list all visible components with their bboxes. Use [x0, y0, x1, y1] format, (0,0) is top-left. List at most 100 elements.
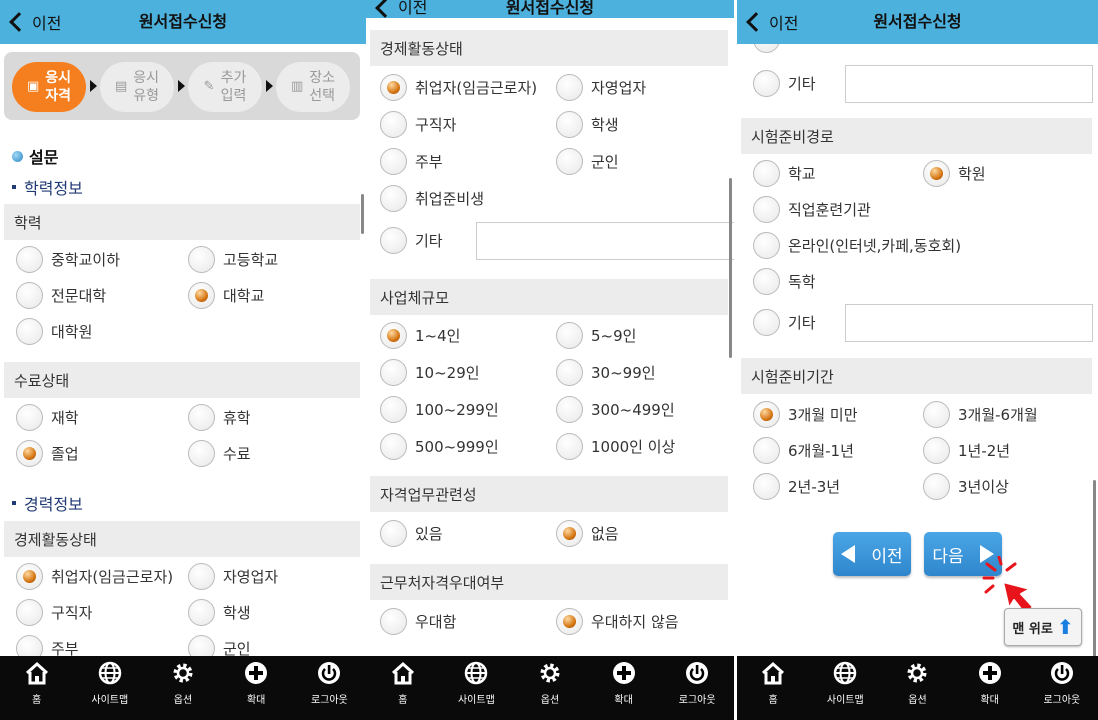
- radio-option[interactable]: 취업준비생: [380, 185, 484, 212]
- radio-button[interactable]: [380, 185, 407, 212]
- nav-item-gear[interactable]: 옵션: [525, 660, 575, 706]
- radio-option[interactable]: 취업자(임금근로자): [380, 74, 537, 101]
- radio-button[interactable]: [556, 322, 583, 349]
- radio-option[interactable]: 500~999인: [380, 433, 499, 460]
- nav-item-plus[interactable]: 확대: [231, 660, 281, 706]
- scroll-top-button[interactable]: 맨 위로 ⬆: [1004, 608, 1082, 646]
- other-text-input[interactable]: [845, 304, 1093, 342]
- nav-item-globe[interactable]: 사이트맵: [85, 660, 135, 706]
- radio-option[interactable]: 직업훈련기관: [753, 196, 871, 223]
- radio-option[interactable]: 3년이상: [923, 473, 1009, 500]
- other-text-input[interactable]: [476, 222, 734, 260]
- back-button[interactable]: 이전: [374, 0, 427, 18]
- radio-button[interactable]: [16, 404, 43, 431]
- radio-option[interactable]: 300~499인: [556, 396, 675, 423]
- radio-option[interactable]: 우대하지 않음: [556, 608, 679, 635]
- other-text-input[interactable]: [845, 65, 1093, 103]
- radio-button[interactable]: [380, 148, 407, 175]
- radio-option[interactable]: 3개월 미만: [753, 401, 858, 428]
- radio-button[interactable]: [380, 227, 407, 254]
- radio-button[interactable]: [753, 401, 780, 428]
- radio-button[interactable]: [380, 608, 407, 635]
- nav-item-plus[interactable]: 확대: [599, 660, 649, 706]
- radio-option[interactable]: 군인: [556, 148, 619, 175]
- radio-option[interactable]: 취업자(임금근로자): [16, 563, 173, 590]
- radio-button[interactable]: [380, 433, 407, 460]
- radio-option[interactable]: 자영업자: [556, 74, 646, 101]
- radio-option[interactable]: 군인: [188, 635, 251, 658]
- radio-option[interactable]: 재학: [16, 404, 79, 431]
- radio-option[interactable]: 2년-3년: [753, 473, 840, 500]
- radio-option[interactable]: 학생: [556, 111, 619, 138]
- radio-button[interactable]: [753, 44, 780, 53]
- radio-option[interactable]: 독학: [753, 268, 816, 295]
- nav-item-gear[interactable]: 옵션: [158, 660, 208, 706]
- radio-option[interactable]: 있음: [380, 520, 443, 547]
- radio-option[interactable]: 기타: [753, 70, 816, 97]
- radio-button[interactable]: [16, 563, 43, 590]
- radio-button[interactable]: [188, 635, 215, 658]
- radio-option[interactable]: 전문대학: [16, 282, 106, 309]
- nav-item-power[interactable]: 로그아웃: [304, 660, 354, 706]
- radio-button[interactable]: [753, 437, 780, 464]
- radio-button[interactable]: [16, 318, 43, 345]
- nav-item-gear[interactable]: 옵션: [892, 660, 942, 706]
- radio-button[interactable]: [16, 440, 43, 467]
- radio-option[interactable]: 3개월-6개월: [923, 401, 1038, 428]
- radio-option[interactable]: 주부: [16, 635, 79, 658]
- radio-option[interactable]: 기타: [753, 309, 816, 336]
- radio-button[interactable]: [380, 359, 407, 386]
- radio-button[interactable]: [556, 608, 583, 635]
- radio-option[interactable]: 기타: [380, 227, 443, 254]
- nav-item-home[interactable]: 홈: [378, 660, 428, 706]
- nav-item-power[interactable]: 로그아웃: [672, 660, 722, 706]
- radio-option[interactable]: 주부: [380, 148, 443, 175]
- scrollbar[interactable]: [729, 178, 732, 358]
- radio-button[interactable]: [556, 74, 583, 101]
- nav-item-plus[interactable]: 확대: [965, 660, 1015, 706]
- radio-button[interactable]: [16, 282, 43, 309]
- radio-option[interactable]: 중학교이하: [16, 246, 120, 273]
- scrollbar[interactable]: [361, 194, 364, 234]
- radio-button[interactable]: [380, 322, 407, 349]
- radio-button[interactable]: [188, 404, 215, 431]
- radio-button[interactable]: [556, 520, 583, 547]
- radio-button[interactable]: [753, 160, 780, 187]
- radio-button[interactable]: [380, 520, 407, 547]
- radio-option[interactable]: 우대함: [380, 608, 456, 635]
- radio-option[interactable]: 6개월-1년: [753, 437, 854, 464]
- radio-option[interactable]: 100~299인: [380, 396, 499, 423]
- radio-option[interactable]: 대학원: [16, 318, 92, 345]
- radio-button[interactable]: [556, 359, 583, 386]
- radio-button[interactable]: [188, 246, 215, 273]
- radio-option[interactable]: 학교: [753, 160, 816, 187]
- nav-item-globe[interactable]: 사이트맵: [820, 660, 870, 706]
- radio-button[interactable]: [753, 196, 780, 223]
- radio-button[interactable]: [556, 111, 583, 138]
- radio-button[interactable]: [556, 396, 583, 423]
- radio-button[interactable]: [923, 160, 950, 187]
- radio-option[interactable]: 고등학교: [188, 246, 278, 273]
- radio-option[interactable]: 30~99인: [556, 359, 656, 386]
- radio-button[interactable]: [753, 70, 780, 97]
- radio-button[interactable]: [380, 74, 407, 101]
- radio-option[interactable]: 자영업자: [188, 563, 278, 590]
- nav-item-power[interactable]: 로그아웃: [1037, 660, 1087, 706]
- radio-button[interactable]: [188, 440, 215, 467]
- radio-option[interactable]: 1000인 이상: [556, 433, 675, 460]
- radio-option[interactable]: 온라인(인터넷,카페,동호회): [753, 232, 961, 259]
- radio-button[interactable]: [556, 433, 583, 460]
- nav-item-home[interactable]: 홈: [748, 660, 798, 706]
- radio-option[interactable]: 구직자: [380, 111, 456, 138]
- radio-button[interactable]: [753, 309, 780, 336]
- radio-button[interactable]: [188, 282, 215, 309]
- radio-option[interactable]: 졸업: [16, 440, 79, 467]
- radio-button[interactable]: [16, 599, 43, 626]
- nav-item-home[interactable]: 홈: [12, 660, 62, 706]
- radio-button[interactable]: [380, 111, 407, 138]
- radio-button[interactable]: [16, 635, 43, 658]
- scrollbar[interactable]: [1093, 480, 1096, 660]
- radio-option[interactable]: 없음: [556, 520, 619, 547]
- radio-button[interactable]: [188, 563, 215, 590]
- radio-option[interactable]: 1~4인: [380, 322, 460, 349]
